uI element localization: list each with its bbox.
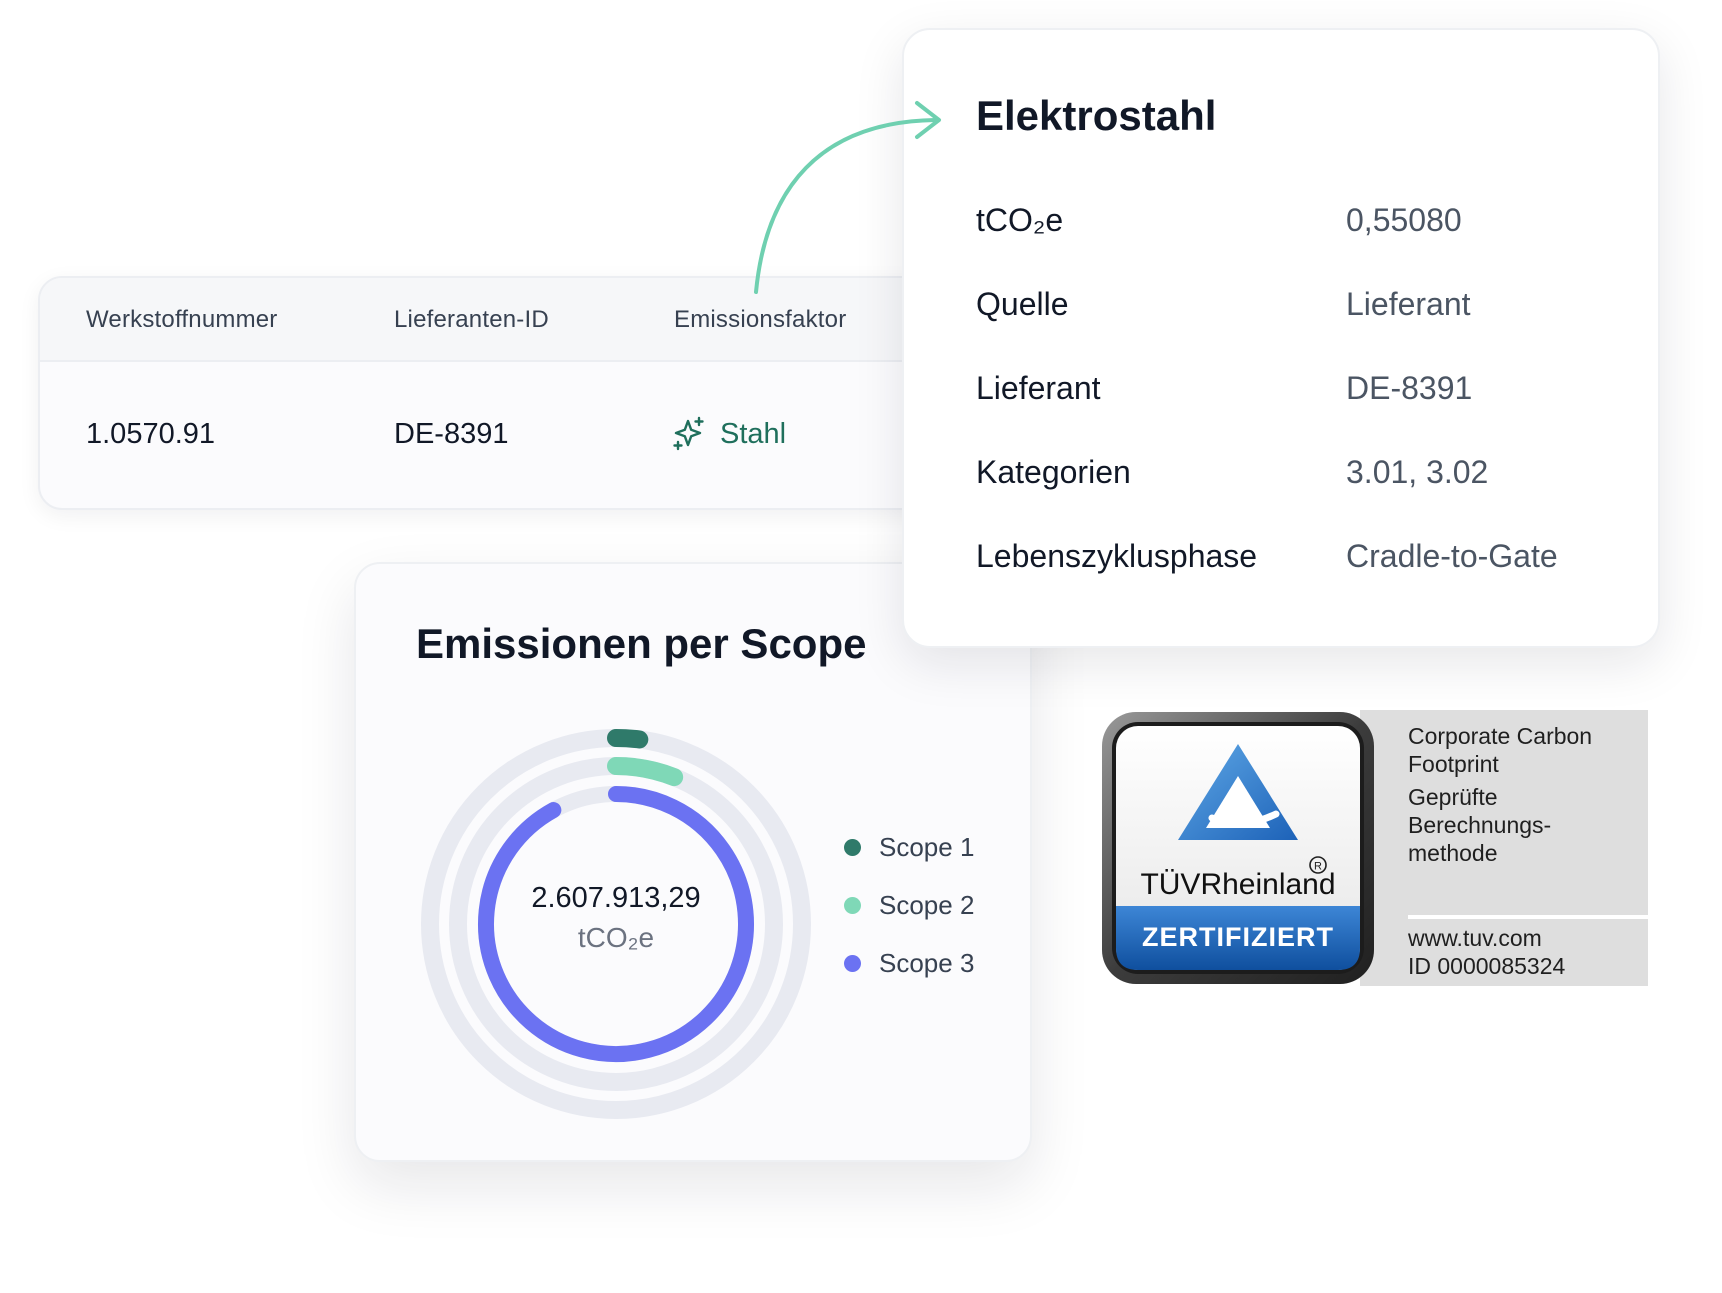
material-detail-card: Elektrostahl tCO₂e 0,55080 Quelle Liefer… <box>902 28 1660 648</box>
detail-label-kategorien: Kategorien <box>976 454 1131 490</box>
legend-label-scope-1: Scope 1 <box>879 832 975 862</box>
detail-label-tco2e: tCO₂e <box>976 202 1064 238</box>
badge-divider <box>1408 915 1648 919</box>
legend-item-scope-3[interactable]: Scope 3 <box>844 948 974 979</box>
badge-line-1: Corporate Carbon <box>1408 723 1593 749</box>
column-header-emissionsfaktor[interactable]: Emissionsfaktor <box>674 306 846 334</box>
chart-title: Emissionen per Scope <box>416 620 867 667</box>
detail-label-lebenszyklusphase: Lebenszyklusphase <box>976 538 1258 574</box>
detail-label-lieferant: Lieferant <box>976 370 1101 406</box>
cell-werkstoffnummer: 1.0570.91 <box>86 418 216 450</box>
detail-value-tco2e: 0,55080 <box>1346 202 1462 238</box>
total-emissions-value: 2.607.913,29 <box>531 882 701 914</box>
badge-line-2: Footprint <box>1408 751 1499 777</box>
badge-id: ID 0000085324 <box>1408 953 1566 979</box>
legend-dot-scope-2 <box>844 897 861 914</box>
detail-value-lebenszyklusphase: Cradle-to-Gate <box>1346 538 1558 574</box>
total-emissions-unit: tCO₂e <box>577 922 655 953</box>
scope-1-arc[interactable] <box>607 729 649 749</box>
scope-2-arc[interactable] <box>607 757 684 787</box>
detail-value-kategorien: 3.01, 3.02 <box>1346 454 1489 490</box>
sparkle-icon <box>673 416 704 451</box>
column-header-werkstoffnummer[interactable]: Werkstoffnummer <box>86 306 278 334</box>
detail-title: Elektrostahl <box>976 92 1217 139</box>
badge-line-3: Geprüfte <box>1408 784 1498 810</box>
legend-label-scope-3: Scope 3 <box>879 948 975 978</box>
badge-brand-text: TÜVRheinland <box>1140 868 1335 901</box>
badge-line-4: Berechnungs- <box>1408 812 1552 838</box>
column-header-lieferanten-id[interactable]: Lieferanten-ID <box>394 306 549 334</box>
badge-url[interactable]: www.tuv.com <box>1408 924 1542 952</box>
legend-dot-scope-1 <box>844 839 861 856</box>
legend-dot-scope-3 <box>844 955 861 972</box>
materials-table-card: Werkstoffnummer Lieferanten-ID Emissions… <box>38 276 938 510</box>
emissions-chart-card: Emissionen per Scope 2.607.913,29 tCO₂e … <box>354 562 1032 1162</box>
detail-value-lieferant: DE-8391 <box>1346 370 1473 406</box>
tuv-certification-badge: Corporate Carbon Footprint Geprüfte Bere… <box>1100 710 1648 986</box>
badge-line-5: methode <box>1408 840 1498 866</box>
cell-lieferanten-id: DE-8391 <box>394 418 509 450</box>
cell-emissionsfaktor[interactable]: Stahl <box>672 416 786 452</box>
legend-item-scope-2[interactable]: Scope 2 <box>844 890 974 921</box>
detail-label-quelle: Quelle <box>976 286 1069 322</box>
tuv-logo-icon: R TÜVRheinland ZERTIFIZIERT <box>1102 712 1374 984</box>
legend-label-scope-2: Scope 2 <box>879 890 975 920</box>
emissionsfaktor-value: Stahl <box>720 417 787 450</box>
detail-value-quelle: Lieferant <box>1346 286 1471 322</box>
table-header-row: Werkstoffnummer Lieferanten-ID Emissions… <box>40 278 936 362</box>
legend-item-scope-1[interactable]: Scope 1 <box>844 832 974 863</box>
badge-stamp-text: ZERTIFIZIERT <box>1142 922 1334 952</box>
